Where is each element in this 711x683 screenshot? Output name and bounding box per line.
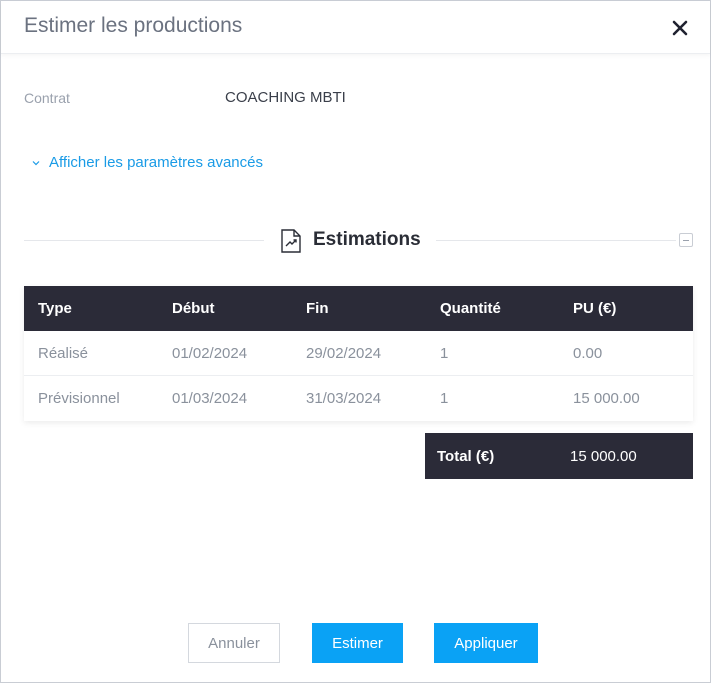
cell-end: 31/03/2024 xyxy=(306,390,382,407)
estimations-section-header: Estimations xyxy=(24,223,693,259)
advanced-settings-link[interactable]: Afficher les paramètres avancés xyxy=(31,154,263,171)
table-header: Type Début Fin Quantité PU (€) xyxy=(24,286,693,331)
chart-document-icon xyxy=(281,229,301,253)
table-row[interactable]: Prévisionnel 01/03/2024 31/03/2024 1 15 … xyxy=(24,376,693,421)
chevron-down-icon xyxy=(32,160,40,165)
cell-unit-price: 0.00 xyxy=(573,344,603,362)
table-row[interactable]: Réalisé 01/02/2024 29/02/2024 1 0.00 xyxy=(24,331,693,376)
advanced-settings-label: Afficher les paramètres avancés xyxy=(49,154,263,171)
contract-value: COACHING MBTI xyxy=(225,89,346,106)
cell-type: Prévisionnel xyxy=(38,390,120,407)
modal-header: Estimer les productions xyxy=(1,1,710,54)
cell-end: 29/02/2024 xyxy=(306,344,382,362)
divider xyxy=(436,240,676,241)
total-label: Total (€) xyxy=(437,447,495,465)
cell-quantity: 1 xyxy=(440,344,449,362)
contract-label: Contrat xyxy=(24,90,70,106)
close-icon xyxy=(672,20,688,36)
column-header-quantity: Quantité xyxy=(440,300,501,317)
divider xyxy=(24,240,264,241)
cancel-button[interactable]: Annuler xyxy=(188,623,280,663)
estimate-productions-modal: Estimer les productions Contrat COACHING… xyxy=(0,0,711,683)
close-button[interactable] xyxy=(667,15,693,41)
column-header-start: Début xyxy=(172,300,215,317)
modal-title: Estimer les productions xyxy=(24,14,243,37)
apply-button[interactable]: Appliquer xyxy=(434,623,538,663)
cell-start: 01/03/2024 xyxy=(172,390,248,407)
total-row: Total (€) 15 000.00 xyxy=(425,433,693,479)
cell-start: 01/02/2024 xyxy=(172,344,248,362)
column-header-end: Fin xyxy=(306,300,329,317)
column-header-unit-price: PU (€) xyxy=(573,300,617,317)
total-value: 15 000.00 xyxy=(570,447,637,465)
cell-unit-price: 15 000.00 xyxy=(573,390,640,407)
cell-type: Réalisé xyxy=(38,344,89,362)
estimate-button[interactable]: Estimer xyxy=(312,623,403,663)
cell-quantity: 1 xyxy=(440,390,449,407)
estimations-table: Type Début Fin Quantité PU (€) Réalisé 0… xyxy=(24,286,693,421)
column-header-type: Type xyxy=(38,300,72,317)
section-title: Estimations xyxy=(313,229,421,250)
collapse-section-button[interactable] xyxy=(679,233,693,247)
